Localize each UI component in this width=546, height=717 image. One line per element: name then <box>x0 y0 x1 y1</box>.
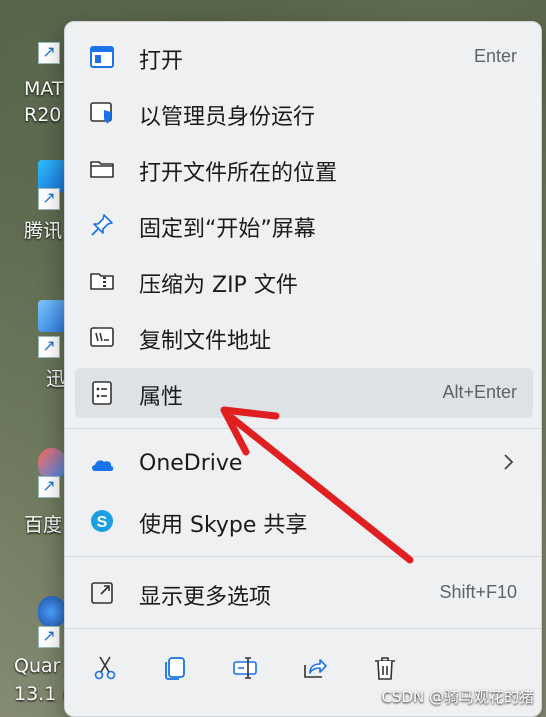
annotation-arrow <box>220 406 414 564</box>
watermark: CSDN @骑马观花的猪 <box>381 688 534 706</box>
